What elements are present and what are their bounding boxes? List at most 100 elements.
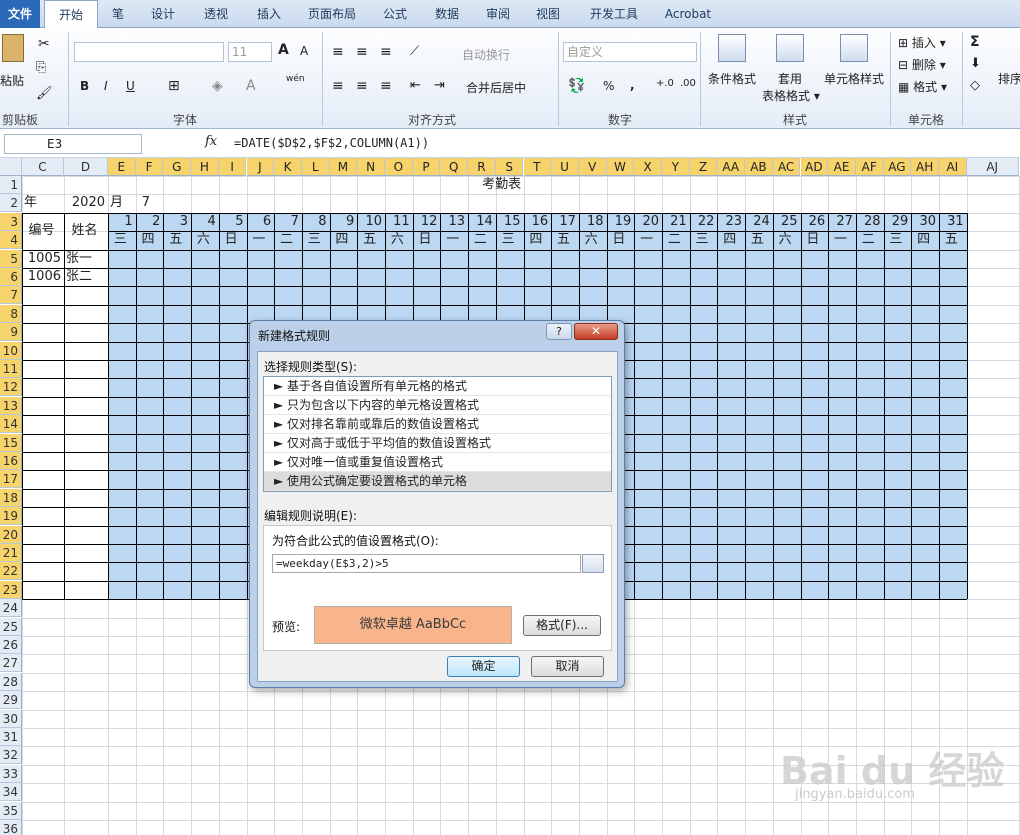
tab-9[interactable]: 审阅 bbox=[476, 0, 520, 28]
weekday-cell[interactable]: 日 bbox=[607, 231, 632, 249]
day-cell[interactable]: 5 bbox=[219, 213, 243, 231]
row-header[interactable]: 10 bbox=[0, 341, 22, 360]
row-header[interactable]: 25 bbox=[0, 617, 22, 636]
rule-type-item[interactable]: ► 只为包含以下内容的单元格设置格式 bbox=[264, 396, 611, 415]
row-header[interactable]: 30 bbox=[0, 709, 22, 728]
italic-button[interactable]: I bbox=[104, 79, 108, 93]
row-header[interactable]: 28 bbox=[0, 672, 22, 691]
decrease-decimal-icon[interactable]: .00 bbox=[680, 78, 696, 89]
format-button[interactable]: 格式(F)... bbox=[523, 615, 601, 636]
weekday-cell[interactable]: 一 bbox=[440, 231, 465, 249]
row-header[interactable]: 24 bbox=[0, 599, 22, 618]
format-as-table-button[interactable]: 套用 bbox=[778, 70, 802, 87]
row-header[interactable]: 5 bbox=[0, 249, 22, 268]
column-header[interactable]: N bbox=[357, 158, 385, 176]
weekday-cell[interactable]: 日 bbox=[219, 231, 244, 249]
name-header[interactable]: 姓名 bbox=[64, 222, 105, 240]
column-header[interactable]: R bbox=[468, 158, 496, 176]
row-header[interactable]: 23 bbox=[0, 580, 22, 599]
border-icon[interactable]: ⊞ bbox=[168, 78, 180, 94]
month-value[interactable]: 7 bbox=[136, 194, 161, 212]
column-header[interactable]: AD bbox=[800, 158, 829, 176]
day-cell[interactable]: 17 bbox=[551, 213, 576, 231]
formula-input-field[interactable]: =weekday(E$3,2)>5 bbox=[272, 554, 581, 573]
column-header[interactable]: U bbox=[551, 158, 579, 176]
day-cell[interactable]: 21 bbox=[662, 213, 687, 231]
weekday-cell[interactable]: 五 bbox=[745, 231, 770, 249]
column-header[interactable]: D bbox=[64, 158, 108, 176]
rule-type-item[interactable]: ► 基于各自值设置所有单元格的格式 bbox=[264, 377, 611, 396]
column-header[interactable]: AB bbox=[745, 158, 773, 176]
weekday-cell[interactable]: 四 bbox=[911, 231, 936, 249]
align-left-icon[interactable]: ≡ bbox=[332, 78, 344, 94]
tab-7[interactable]: 公式 bbox=[372, 0, 418, 28]
row-header[interactable]: 15 bbox=[0, 433, 22, 452]
format-cells-button[interactable]: ▦ 格式 ▾ bbox=[898, 78, 947, 95]
weekday-cell[interactable]: 一 bbox=[634, 231, 659, 249]
row-header[interactable]: 17 bbox=[0, 470, 22, 489]
orientation-icon[interactable]: ⟋ bbox=[410, 44, 419, 59]
row-header[interactable]: 13 bbox=[0, 396, 22, 415]
column-header[interactable]: X bbox=[634, 158, 662, 176]
fill-color-icon[interactable]: ◈ bbox=[212, 78, 223, 94]
select-all-corner[interactable] bbox=[0, 158, 22, 176]
bold-button[interactable]: B bbox=[80, 79, 89, 93]
weekday-cell[interactable]: 三 bbox=[884, 231, 909, 249]
row-header[interactable]: 7 bbox=[0, 286, 22, 305]
day-cell[interactable]: 26 bbox=[801, 213, 826, 231]
shrink-font-button[interactable]: A bbox=[300, 44, 308, 58]
align-bottom-icon[interactable]: ≡ bbox=[380, 44, 392, 60]
row-header[interactable]: 3 bbox=[0, 212, 22, 231]
column-header[interactable]: AA bbox=[717, 158, 746, 176]
weekday-cell[interactable]: 三 bbox=[690, 231, 715, 249]
row-header[interactable]: 22 bbox=[0, 562, 22, 581]
grow-font-button[interactable]: A bbox=[278, 42, 289, 58]
day-cell[interactable]: 14 bbox=[468, 213, 493, 231]
copy-icon[interactable]: ⎘ bbox=[36, 60, 46, 75]
weekday-cell[interactable]: 一 bbox=[247, 231, 272, 249]
column-header[interactable]: Z bbox=[689, 158, 718, 176]
day-cell[interactable]: 19 bbox=[607, 213, 632, 231]
insert-cells-button[interactable]: ⊞ 插入 ▾ bbox=[898, 34, 946, 51]
day-cell[interactable]: 30 bbox=[911, 213, 936, 231]
day-cell[interactable]: 12 bbox=[413, 213, 438, 231]
column-header[interactable]: E bbox=[108, 158, 136, 176]
day-cell[interactable]: 13 bbox=[440, 213, 466, 231]
delete-cells-button[interactable]: ⊟ 删除 ▾ bbox=[898, 56, 946, 73]
weekday-cell[interactable]: 三 bbox=[302, 231, 327, 249]
weekday-cell[interactable]: 六 bbox=[191, 231, 216, 249]
cut-icon[interactable]: ✂ bbox=[38, 36, 50, 52]
percent-button[interactable]: % bbox=[603, 79, 614, 93]
weekday-cell[interactable]: 六 bbox=[773, 231, 798, 249]
weekday-cell[interactable]: 六 bbox=[579, 231, 604, 249]
year-value[interactable]: 2020 bbox=[64, 194, 105, 212]
row-header[interactable]: 14 bbox=[0, 415, 22, 434]
weekday-cell[interactable]: 四 bbox=[330, 231, 355, 249]
employee-name[interactable]: 张二 bbox=[64, 268, 105, 286]
row-header[interactable]: 6 bbox=[0, 268, 22, 286]
autosum-button[interactable]: Σ bbox=[970, 34, 980, 50]
phonetic-button[interactable]: wén bbox=[286, 74, 305, 84]
conditional-format-button[interactable]: 条件格式 bbox=[708, 70, 756, 87]
employee-name[interactable]: 张一 bbox=[64, 250, 105, 268]
underline-button[interactable]: U bbox=[126, 79, 135, 93]
weekday-cell[interactable]: 五 bbox=[939, 231, 964, 249]
day-cell[interactable]: 2 bbox=[136, 213, 160, 231]
employee-id[interactable]: 1005 bbox=[22, 250, 61, 268]
help-button[interactable]: ? bbox=[546, 323, 572, 340]
column-header[interactable]: I bbox=[218, 158, 247, 176]
cell-styles-icon[interactable] bbox=[840, 34, 868, 62]
tab-8[interactable]: 数据 bbox=[424, 0, 470, 28]
row-header[interactable]: 36 bbox=[0, 820, 22, 835]
fx-icon[interactable]: fx bbox=[205, 134, 217, 149]
formula-input[interactable]: =DATE($D$2,$F$2,COLUMN(A1)) bbox=[228, 134, 1018, 154]
row-header[interactable]: 20 bbox=[0, 525, 22, 544]
clear-icon[interactable]: ◇ bbox=[970, 78, 980, 93]
column-header[interactable]: V bbox=[578, 158, 607, 176]
weekday-cell[interactable]: 二 bbox=[856, 231, 881, 249]
row-header[interactable]: 9 bbox=[0, 323, 22, 342]
close-button[interactable]: ✕ bbox=[574, 323, 618, 340]
column-header[interactable]: AI bbox=[939, 158, 967, 176]
rule-type-item[interactable]: ► 仅对高于或低于平均值的数值设置格式 bbox=[264, 434, 611, 453]
weekday-cell[interactable]: 五 bbox=[163, 231, 188, 249]
